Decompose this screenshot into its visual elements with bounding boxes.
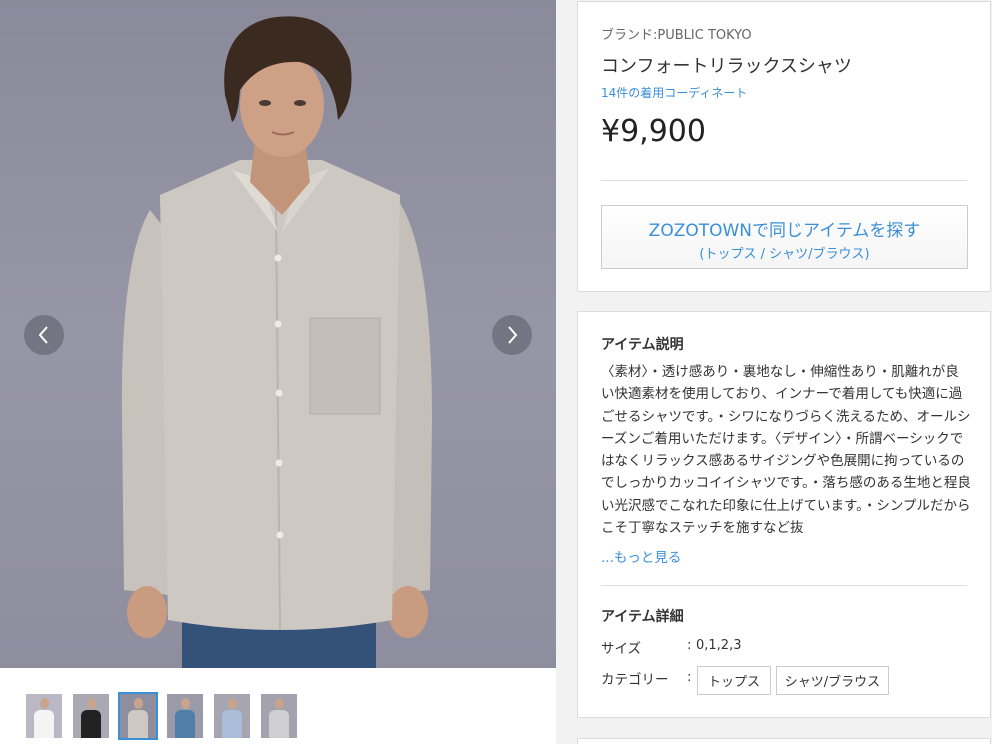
thumbnail-shirt (128, 710, 148, 738)
coordinate-link[interactable]: 14件の着用コーディネート (601, 84, 747, 101)
main-product-photo (0, 0, 556, 668)
thumbnail-grey[interactable] (259, 692, 299, 740)
category-colon: : (687, 670, 692, 685)
item-info-card: アイテム説明 〈素材〉・透け感あり・裏地なし・伸縮性あり・肌離れが良い快適素材を… (577, 311, 991, 718)
model-illustration (121, 16, 432, 668)
thumbnail-model-head (181, 698, 190, 709)
zozotown-search-category: (トップス / シャツ/ブラウス) (699, 247, 870, 262)
chevron-right-icon (508, 326, 518, 344)
category-tag-shirts[interactable]: シャツ/ブラウス (776, 666, 889, 695)
thumbnail-model-head (87, 698, 96, 709)
size-label: サイズ (601, 641, 642, 657)
thumbnail-model-head (275, 698, 284, 709)
zozotown-search-label: ZOZOTOWNで同じアイテムを探す (648, 221, 921, 241)
thumbnail-black[interactable] (71, 692, 111, 740)
product-page: ブランド:PUBLIC TOKYO コンフォートリラックスシャツ 14件の着用コ… (0, 0, 992, 744)
category-label: カテゴリー (601, 672, 669, 688)
divider (601, 585, 967, 586)
thumbnail-greige[interactable] (118, 692, 158, 740)
thumbnail-shirt (269, 710, 289, 738)
next-card (577, 738, 991, 744)
item-description-text: 〈素材〉・透け感あり・裏地なし・伸縮性あり・肌離れが良い快適素材を使用しており、… (601, 364, 971, 537)
item-details-title: アイテム詳細 (601, 609, 684, 625)
brand-name[interactable]: ブランド:PUBLIC TOKYO (601, 24, 752, 43)
thumbnail-light-blue[interactable] (212, 692, 252, 740)
thumbnail-shirt (34, 710, 54, 738)
chevron-left-icon (38, 326, 48, 344)
item-description-title: アイテム説明 (601, 337, 684, 353)
product-summary-card: ブランド:PUBLIC TOKYO コンフォートリラックスシャツ 14件の着用コ… (577, 1, 991, 292)
size-colon: : (687, 638, 692, 653)
product-gallery (0, 0, 556, 744)
zozotown-search-button[interactable]: ZOZOTOWNで同じアイテムを探す (トップス / シャツ/ブラウス) (601, 205, 968, 269)
category-tag-tops[interactable]: トップス (697, 666, 771, 695)
thumbnail-white[interactable] (24, 692, 64, 740)
divider (601, 180, 967, 181)
size-value: 0,1,2,3 (696, 638, 742, 653)
show-more-link[interactable]: ...もっと見る (601, 546, 681, 566)
next-image-button[interactable] (492, 315, 532, 355)
product-price: ¥9,900 (601, 114, 706, 149)
thumbnail-model-head (228, 698, 237, 709)
product-title: コンフォートリラックスシャツ (601, 56, 852, 77)
thumbnail-shirt (175, 710, 195, 738)
thumbnail-blue[interactable] (165, 692, 205, 740)
thumbnail-model-head (134, 698, 143, 709)
previous-image-button[interactable] (24, 315, 64, 355)
thumbnail-shirt (81, 710, 101, 738)
thumbnail-strip (24, 692, 299, 740)
thumbnail-shirt (222, 710, 242, 738)
thumbnail-model-head (40, 698, 49, 709)
